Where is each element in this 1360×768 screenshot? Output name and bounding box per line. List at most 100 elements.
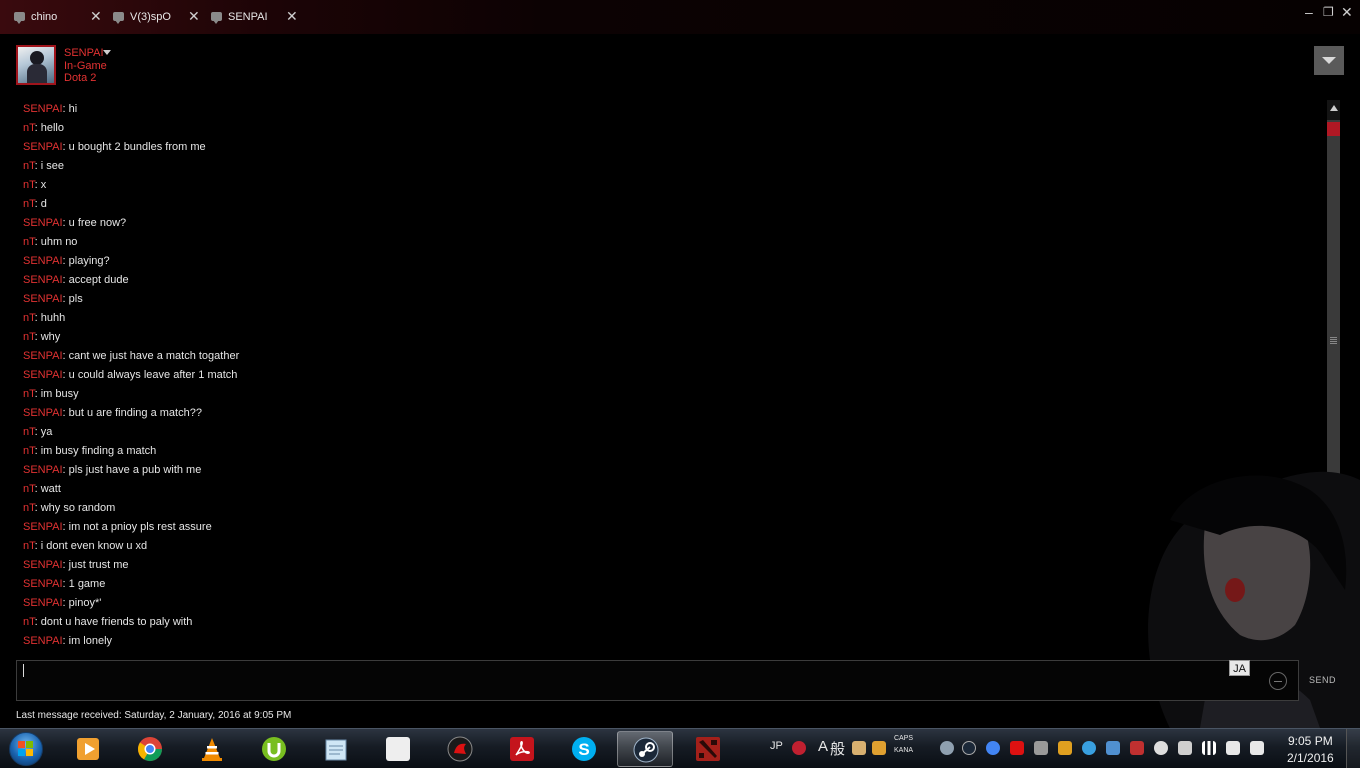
message-sender[interactable]: nT bbox=[23, 388, 35, 400]
message-sender[interactable]: nT bbox=[23, 312, 35, 324]
taskbar-media-player[interactable] bbox=[60, 731, 116, 767]
chat-message: nT: why so random bbox=[23, 499, 1313, 518]
volume-icon[interactable] bbox=[1250, 741, 1264, 755]
taskbar-dota2[interactable] bbox=[680, 731, 736, 767]
ime-conversion-mode[interactable]: 般 bbox=[830, 738, 845, 759]
clock-time[interactable]: 9:05 PM bbox=[1288, 734, 1333, 748]
message-sender[interactable]: nT bbox=[23, 426, 35, 438]
friend-avatar[interactable] bbox=[16, 45, 56, 85]
language-indicator[interactable]: JP bbox=[770, 740, 783, 752]
message-sender[interactable]: SENPAI bbox=[23, 141, 63, 153]
network-drive-icon[interactable] bbox=[1034, 741, 1048, 755]
message-sender[interactable]: SENPAI bbox=[23, 597, 63, 609]
message-sender[interactable]: SENPAI bbox=[23, 635, 63, 647]
tab-senpai[interactable]: SENPAI ✕ bbox=[211, 9, 299, 32]
taskbar-chrome[interactable] bbox=[122, 731, 178, 767]
close-tab-icon[interactable]: ✕ bbox=[286, 9, 298, 23]
taskbar-utorrent[interactable] bbox=[246, 731, 302, 767]
message-sender[interactable]: SENPAI bbox=[23, 369, 63, 381]
usb-device-icon[interactable] bbox=[1178, 741, 1192, 755]
chat-message: SENPAI: pls just have a pub with me bbox=[23, 461, 1313, 480]
chevron-down-icon[interactable] bbox=[103, 50, 111, 55]
message-sender[interactable]: nT bbox=[23, 122, 35, 134]
message-sender[interactable]: SENPAI bbox=[23, 407, 63, 419]
action-center-flag-icon[interactable] bbox=[1226, 741, 1240, 755]
send-button[interactable]: SEND bbox=[1309, 675, 1336, 685]
capture-icon[interactable] bbox=[1154, 741, 1168, 755]
message-sender[interactable]: nT bbox=[23, 331, 35, 343]
scroll-track[interactable] bbox=[1327, 120, 1340, 548]
taskbar-vlc[interactable] bbox=[184, 731, 240, 767]
ime-input-mode[interactable]: A bbox=[818, 738, 828, 755]
steam-tray-icon[interactable] bbox=[962, 741, 976, 755]
chat-message: SENPAI: pinoy*' bbox=[23, 594, 1313, 613]
minimize-button[interactable]: – bbox=[1305, 4, 1313, 20]
ime-tools-icon[interactable] bbox=[872, 741, 886, 755]
message-sender[interactable]: SENPAI bbox=[23, 464, 63, 476]
message-sender[interactable]: SENPAI bbox=[23, 578, 63, 590]
chat-menu-button[interactable] bbox=[1314, 46, 1344, 75]
ime-mode-badge[interactable]: JA bbox=[1229, 660, 1250, 676]
chat-message: nT: dont u have friends to paly with bbox=[23, 613, 1313, 632]
emoticon-icon[interactable] bbox=[1269, 672, 1287, 690]
chat-message: nT: i dont even know u xd bbox=[23, 537, 1313, 556]
cloud-icon[interactable] bbox=[940, 741, 954, 755]
message-sender[interactable]: nT bbox=[23, 236, 35, 248]
taskbar-dragon-app[interactable] bbox=[432, 731, 488, 767]
close-tab-icon[interactable]: ✕ bbox=[90, 9, 102, 23]
message-sender[interactable]: nT bbox=[23, 445, 35, 457]
signal-icon[interactable] bbox=[1202, 741, 1216, 755]
database-icon[interactable] bbox=[1106, 741, 1120, 755]
ime-pad-icon[interactable] bbox=[792, 741, 806, 755]
clock-date[interactable]: 2/1/2016 bbox=[1287, 751, 1334, 765]
message-sender[interactable]: SENPAI bbox=[23, 350, 63, 362]
tab-v3spo[interactable]: V(3)spO ✕ bbox=[113, 9, 201, 32]
message-sender[interactable]: SENPAI bbox=[23, 559, 63, 571]
maximize-button[interactable]: ❐ bbox=[1323, 4, 1334, 20]
start-button[interactable] bbox=[6, 731, 46, 767]
blocked-icon[interactable] bbox=[1130, 741, 1144, 755]
message-sender[interactable]: SENPAI bbox=[23, 255, 63, 267]
scroll-up-icon[interactable] bbox=[1330, 105, 1338, 111]
chrome-tray-icon[interactable] bbox=[986, 741, 1000, 755]
taskbar-moon-app[interactable] bbox=[370, 731, 426, 767]
show-desktop-button[interactable] bbox=[1346, 729, 1360, 768]
message-input[interactable] bbox=[16, 660, 1299, 701]
message-text: : i see bbox=[34, 160, 64, 172]
taskbar-steam[interactable] bbox=[617, 731, 673, 767]
close-window-button[interactable]: ✕ bbox=[1341, 4, 1353, 20]
tab-label: V(3)spO bbox=[130, 11, 171, 23]
taskbar-notepad[interactable] bbox=[308, 731, 364, 767]
chrome-icon bbox=[138, 737, 162, 762]
message-sender[interactable]: SENPAI bbox=[23, 521, 63, 533]
message-sender[interactable]: nT bbox=[23, 198, 35, 210]
message-sender[interactable]: SENPAI bbox=[23, 103, 63, 115]
close-tab-icon[interactable]: ✕ bbox=[188, 9, 200, 23]
media-player-icon bbox=[77, 738, 99, 760]
message-text: : 1 game bbox=[62, 578, 106, 590]
message-text: : pls bbox=[62, 293, 83, 305]
updates-icon[interactable] bbox=[1058, 741, 1072, 755]
ime-dictionary-icon[interactable] bbox=[852, 741, 866, 755]
message-sender[interactable]: nT bbox=[23, 483, 35, 495]
vpn-icon[interactable] bbox=[1082, 741, 1096, 755]
tab-chino[interactable]: chino ✕ bbox=[14, 9, 102, 32]
taskbar-skype[interactable]: S bbox=[556, 731, 612, 767]
red-app-tray-icon[interactable] bbox=[1010, 741, 1024, 755]
message-text: : im busy finding a match bbox=[34, 445, 157, 457]
message-sender[interactable]: nT bbox=[23, 179, 35, 191]
message-sender[interactable]: nT bbox=[23, 540, 35, 552]
chat-message: SENPAI: accept dude bbox=[23, 271, 1313, 290]
scroll-thumb[interactable] bbox=[1327, 122, 1340, 136]
message-sender[interactable]: SENPAI bbox=[23, 217, 63, 229]
chat-scrollbar[interactable] bbox=[1327, 100, 1340, 650]
taskbar-acrobat[interactable] bbox=[494, 731, 550, 767]
message-sender[interactable]: nT bbox=[23, 502, 35, 514]
scroll-down-icon[interactable] bbox=[1330, 638, 1338, 644]
friend-name[interactable]: SENPAI bbox=[64, 47, 104, 59]
message-sender[interactable]: SENPAI bbox=[23, 293, 63, 305]
message-sender[interactable]: nT bbox=[23, 616, 35, 628]
message-sender[interactable]: SENPAI bbox=[23, 274, 63, 286]
acrobat-icon bbox=[510, 737, 534, 761]
message-sender[interactable]: nT bbox=[23, 160, 35, 172]
